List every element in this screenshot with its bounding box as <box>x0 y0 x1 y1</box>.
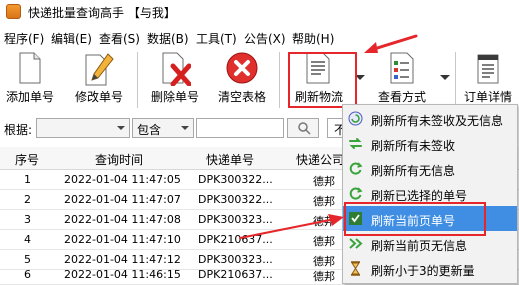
notepad-icon <box>477 54 499 84</box>
clear-icon <box>226 52 258 84</box>
column-header-index[interactable]: 序号 <box>15 151 39 168</box>
window-title: 快递批量查询高手 【与我】 <box>28 6 176 20</box>
toolbar-separator <box>137 52 138 108</box>
search-input[interactable] <box>196 118 284 138</box>
menu-item-refresh-low-updates[interactable]: 刷新小于3的更新量 <box>343 256 517 281</box>
clear-table-button[interactable]: 清空表格 <box>214 48 270 113</box>
add-label: 添加单号 <box>5 90 54 104</box>
chevron-down-icon <box>117 126 125 130</box>
edit-label: 修改单号 <box>74 90 123 104</box>
menu-edit[interactable]: 编辑(E) <box>51 30 92 47</box>
detail-label: 订单详情 <box>463 90 512 104</box>
menu-bar: 程序(F) 编辑(E) 查看(S) 数据(B) 工具(T) 公告(X) 帮助(H… <box>0 28 519 48</box>
add-button[interactable]: 添加单号 <box>2 48 58 113</box>
delete-button[interactable]: 删除单号 <box>147 48 203 113</box>
view-label: 查看方式 <box>377 90 426 104</box>
annotation-arrow-icon <box>239 214 344 239</box>
menu-view[interactable]: 查看(S) <box>99 30 140 47</box>
highlight-box <box>288 52 357 108</box>
annotation-arrow-icon <box>364 34 418 53</box>
toolbar-separator <box>279 52 280 108</box>
edit-pencil-icon <box>85 53 114 86</box>
app-icon <box>6 4 21 19</box>
delete-label: 删除单号 <box>150 90 199 104</box>
menu-program[interactable]: 程序(F) <box>4 30 44 47</box>
document-icon <box>19 52 41 84</box>
refresh-selected-icon <box>349 187 363 200</box>
refresh-page-noinfo-icon <box>349 238 363 249</box>
menu-item-refresh-all-unsigned-noinfo[interactable]: 刷新所有未签收及无信息 <box>343 106 517 131</box>
delete-document-icon <box>162 52 191 86</box>
toolbar-separator <box>455 52 456 108</box>
filter-label: 根据: <box>4 123 33 137</box>
column-header-time[interactable]: 查询时间 <box>95 151 143 168</box>
title-bar: 快递批量查询高手 【与我】 <box>0 0 519 24</box>
highlight-box <box>344 202 486 236</box>
menu-notice[interactable]: 公告(X) <box>244 30 286 47</box>
refresh-dropdown-menu: 刷新所有未签收及无信息 刷新所有未签收 刷新所有无信息 刷新已选择的单号 刷新当… <box>342 104 518 284</box>
column-header-company[interactable]: 快递公司 <box>296 151 344 168</box>
column-header-tracking[interactable]: 快递单号 <box>206 151 254 168</box>
search-button[interactable] <box>287 118 319 138</box>
filter-mode-select[interactable]: 包含 <box>132 118 194 138</box>
refresh-noinfo-icon <box>349 162 363 175</box>
refresh-all-icon <box>348 111 363 126</box>
edit-button[interactable]: 修改单号 <box>70 48 128 113</box>
refresh-unsigned-icon <box>349 138 362 149</box>
chevron-down-icon <box>181 126 189 130</box>
magnifier-icon <box>298 122 311 135</box>
chevron-down-icon[interactable] <box>440 75 450 80</box>
menu-item-refresh-all-noinfo[interactable]: 刷新所有无信息 <box>343 156 517 181</box>
hourglass-icon <box>351 261 360 276</box>
clear-label: 清空表格 <box>217 90 266 104</box>
menu-help[interactable]: 帮助(H) <box>292 30 334 47</box>
menu-tools[interactable]: 工具(T) <box>196 30 237 47</box>
menu-item-refresh-all-unsigned[interactable]: 刷新所有未签收 <box>343 131 517 156</box>
filter-field-select[interactable] <box>36 118 130 138</box>
menu-data[interactable]: 数据(B) <box>147 30 189 47</box>
